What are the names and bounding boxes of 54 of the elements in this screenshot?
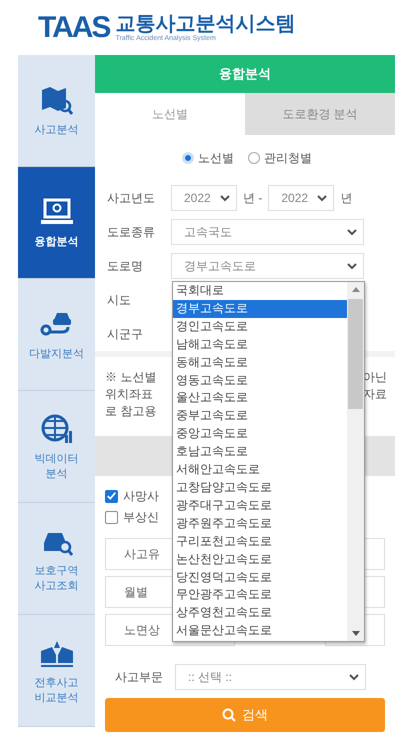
globe-icon bbox=[40, 412, 74, 444]
down-arrow-icon bbox=[352, 631, 360, 636]
chevron-icon bbox=[220, 194, 230, 202]
dropdown-option[interactable]: 중부고속도로 bbox=[173, 407, 347, 426]
radio-label: 노선별 bbox=[198, 150, 234, 166]
up-arrow-icon bbox=[352, 287, 360, 292]
sidebar-item[interactable]: 융합분석 bbox=[18, 167, 95, 279]
dropdown-option[interactable]: 고창담양고속도로 bbox=[173, 478, 347, 497]
field-label: 사고부문 bbox=[115, 668, 163, 686]
radio-label: 관리청별 bbox=[264, 150, 312, 166]
dropdown-option[interactable]: 경부고속도로 bbox=[173, 300, 347, 318]
radio-button[interactable] bbox=[248, 152, 260, 164]
checkbox[interactable] bbox=[105, 490, 118, 503]
year-select[interactable]: 2022 bbox=[268, 185, 334, 211]
dropdown-option[interactable]: 호남고속도로 bbox=[173, 443, 347, 462]
scrollbar[interactable] bbox=[347, 282, 364, 641]
checkbox[interactable] bbox=[105, 511, 118, 524]
field-label: 사고년도 bbox=[107, 190, 156, 206]
field-label: 시군구 bbox=[107, 326, 144, 342]
chevron-icon bbox=[317, 194, 328, 202]
checkbox-label: 사망사 bbox=[123, 488, 159, 505]
select-field[interactable]: :: 선택 :: bbox=[175, 664, 366, 690]
logo-mark: TAAS bbox=[38, 10, 110, 44]
dropdown-option[interactable]: 경인고속도로 bbox=[173, 318, 347, 336]
chevron-icon bbox=[347, 228, 357, 236]
dropdown-option[interactable]: 서해안고속도로 bbox=[173, 461, 347, 479]
dropdown-option[interactable]: 남해고속도로 bbox=[173, 336, 347, 354]
note-text: 자료 bbox=[363, 386, 387, 403]
note-text: ※ 노선별 bbox=[105, 369, 156, 386]
search-icon bbox=[222, 708, 236, 722]
note-text: 로 참고용 bbox=[105, 403, 156, 420]
field-label: 도로종류 bbox=[107, 224, 156, 240]
select-field[interactable]: 경부고속도로 bbox=[171, 253, 364, 279]
scroll-thumb[interactable] bbox=[348, 299, 363, 409]
dropdown-option[interactable]: 영동고속도로 bbox=[173, 372, 347, 390]
map-icon bbox=[40, 84, 74, 116]
field-label: 시도 bbox=[107, 292, 132, 308]
unit-label: 년 bbox=[340, 190, 352, 206]
select-field[interactable]: 고속국도 bbox=[171, 219, 364, 245]
dropdown-option[interactable]: 울산고속도로 bbox=[173, 389, 347, 408]
note-text: 위치좌표 bbox=[105, 386, 153, 403]
field-label: 도로명 bbox=[107, 258, 144, 274]
dropdown-option[interactable]: 국회대로 bbox=[173, 282, 347, 300]
unit-label: 년 - bbox=[243, 190, 262, 206]
chevron-icon bbox=[347, 262, 357, 270]
checkbox-label: 부상신 bbox=[123, 509, 159, 526]
site-title: 교통사고분석시스템 bbox=[115, 13, 296, 35]
dropdown-option[interactable]: 광주대구고속도로 bbox=[173, 496, 347, 515]
dropdown-option[interactable]: 동해고속도로 bbox=[173, 354, 347, 372]
chevron-icon bbox=[349, 674, 359, 680]
dropdown-option[interactable]: 중앙고속도로 bbox=[173, 425, 347, 444]
dropdown-option[interactable]: 광주원주고속도로 bbox=[173, 514, 347, 533]
panel-title: 융합분석 bbox=[95, 55, 395, 93]
year-select[interactable]: 2022 bbox=[171, 185, 237, 211]
